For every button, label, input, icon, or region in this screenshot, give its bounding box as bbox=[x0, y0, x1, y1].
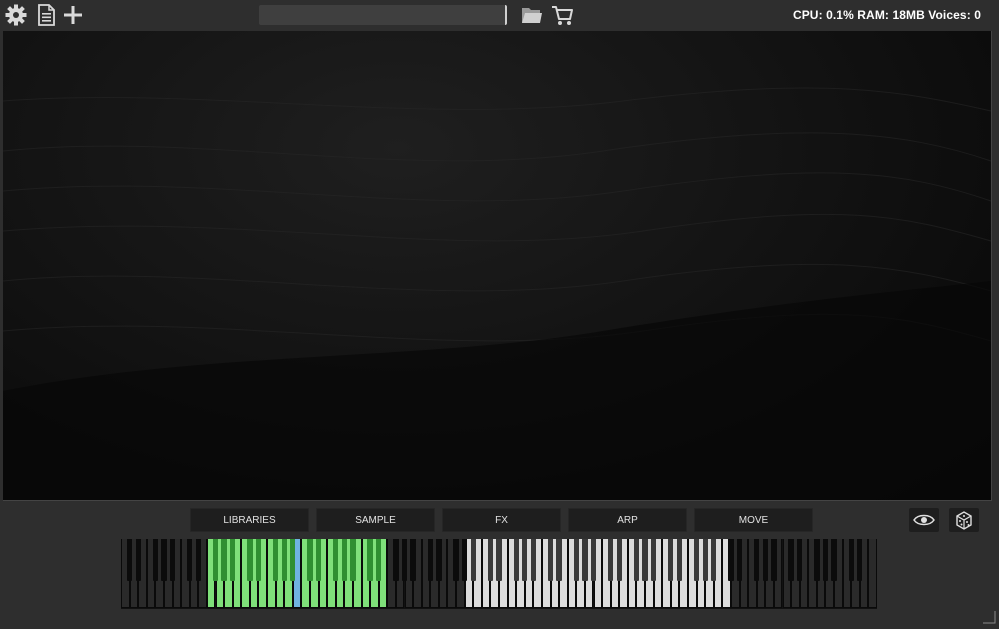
black-key[interactable] bbox=[797, 539, 803, 581]
black-key[interactable] bbox=[650, 539, 657, 581]
black-key[interactable] bbox=[453, 539, 459, 581]
black-key[interactable] bbox=[341, 539, 347, 581]
tab-arp[interactable]: ARP bbox=[568, 508, 687, 532]
black-key[interactable] bbox=[556, 539, 562, 581]
black-key[interactable] bbox=[702, 539, 708, 581]
black-key[interactable] bbox=[530, 539, 536, 581]
piano-keyboard[interactable] bbox=[121, 539, 877, 609]
black-key[interactable] bbox=[590, 539, 597, 581]
dice-icon bbox=[956, 511, 972, 530]
black-key[interactable] bbox=[608, 539, 614, 581]
black-key[interactable] bbox=[427, 539, 433, 581]
black-key[interactable] bbox=[212, 539, 219, 581]
black-key[interactable] bbox=[522, 539, 528, 581]
document-icon[interactable] bbox=[34, 3, 58, 27]
black-key[interactable] bbox=[728, 539, 734, 581]
black-key[interactable] bbox=[333, 539, 339, 581]
black-key[interactable] bbox=[247, 539, 253, 581]
search-field[interactable] bbox=[259, 5, 507, 25]
black-key[interactable] bbox=[711, 539, 717, 581]
black-key[interactable] bbox=[367, 539, 373, 581]
black-key[interactable] bbox=[272, 539, 279, 581]
black-key[interactable] bbox=[668, 539, 674, 581]
main-display-area bbox=[3, 31, 992, 501]
black-key[interactable] bbox=[161, 539, 167, 581]
cart-icon[interactable] bbox=[551, 3, 575, 27]
black-key[interactable] bbox=[315, 539, 322, 581]
black-key[interactable] bbox=[126, 539, 133, 581]
black-key[interactable] bbox=[255, 539, 262, 581]
eye-icon bbox=[913, 514, 935, 526]
black-key[interactable] bbox=[788, 539, 794, 581]
black-key[interactable] bbox=[642, 539, 648, 581]
black-key[interactable] bbox=[393, 539, 399, 581]
black-key[interactable] bbox=[848, 539, 854, 581]
black-key[interactable] bbox=[513, 539, 519, 581]
black-key[interactable] bbox=[470, 539, 476, 581]
black-key[interactable] bbox=[290, 539, 296, 581]
tab-sample[interactable]: SAMPLE bbox=[316, 508, 435, 532]
black-key[interactable] bbox=[633, 539, 640, 581]
tab-libraries[interactable]: LIBRARIES bbox=[190, 508, 309, 532]
black-key[interactable] bbox=[822, 539, 829, 581]
tab-move[interactable]: MOVE bbox=[694, 508, 813, 532]
black-key[interactable] bbox=[461, 539, 468, 581]
black-key[interactable] bbox=[496, 539, 502, 581]
view-toggle-button[interactable] bbox=[909, 508, 939, 532]
randomize-button[interactable] bbox=[949, 508, 979, 532]
black-key[interactable] bbox=[230, 539, 236, 581]
folder-icon[interactable] bbox=[520, 3, 544, 27]
black-key[interactable] bbox=[754, 539, 760, 581]
black-key[interactable] bbox=[187, 539, 193, 581]
black-key[interactable] bbox=[814, 539, 820, 581]
black-key[interactable] bbox=[221, 539, 227, 581]
white-key[interactable] bbox=[868, 539, 877, 608]
black-key[interactable] bbox=[281, 539, 287, 581]
black-key[interactable] bbox=[135, 539, 141, 581]
black-key[interactable] bbox=[195, 539, 201, 581]
black-key[interactable] bbox=[676, 539, 683, 581]
black-key[interactable] bbox=[152, 539, 158, 581]
black-key[interactable] bbox=[573, 539, 579, 581]
black-key[interactable] bbox=[831, 539, 837, 581]
black-key[interactable] bbox=[350, 539, 356, 581]
resize-grip-icon[interactable] bbox=[978, 606, 996, 624]
black-key[interactable] bbox=[616, 539, 622, 581]
background-texture bbox=[3, 87, 991, 500]
plus-icon[interactable] bbox=[61, 3, 85, 27]
black-key[interactable] bbox=[401, 539, 408, 581]
black-key[interactable] bbox=[762, 539, 768, 581]
black-key[interactable] bbox=[376, 539, 382, 581]
black-key[interactable] bbox=[487, 539, 494, 581]
black-key[interactable] bbox=[857, 539, 863, 581]
performance-stats: CPU: 0.1% RAM: 18MB Voices: 0 bbox=[792, 8, 981, 22]
black-key[interactable] bbox=[547, 539, 554, 581]
black-key[interactable] bbox=[736, 539, 743, 581]
black-key[interactable] bbox=[307, 539, 313, 581]
black-key[interactable] bbox=[169, 539, 176, 581]
black-key[interactable] bbox=[582, 539, 588, 581]
gear-icon[interactable] bbox=[4, 3, 28, 27]
black-key[interactable] bbox=[771, 539, 777, 581]
black-key[interactable] bbox=[436, 539, 442, 581]
black-key[interactable] bbox=[693, 539, 700, 581]
top-toolbar: CPU: 0.1% RAM: 18MB Voices: 0 bbox=[0, 0, 999, 30]
black-key[interactable] bbox=[410, 539, 416, 581]
tab-fx[interactable]: FX bbox=[442, 508, 561, 532]
